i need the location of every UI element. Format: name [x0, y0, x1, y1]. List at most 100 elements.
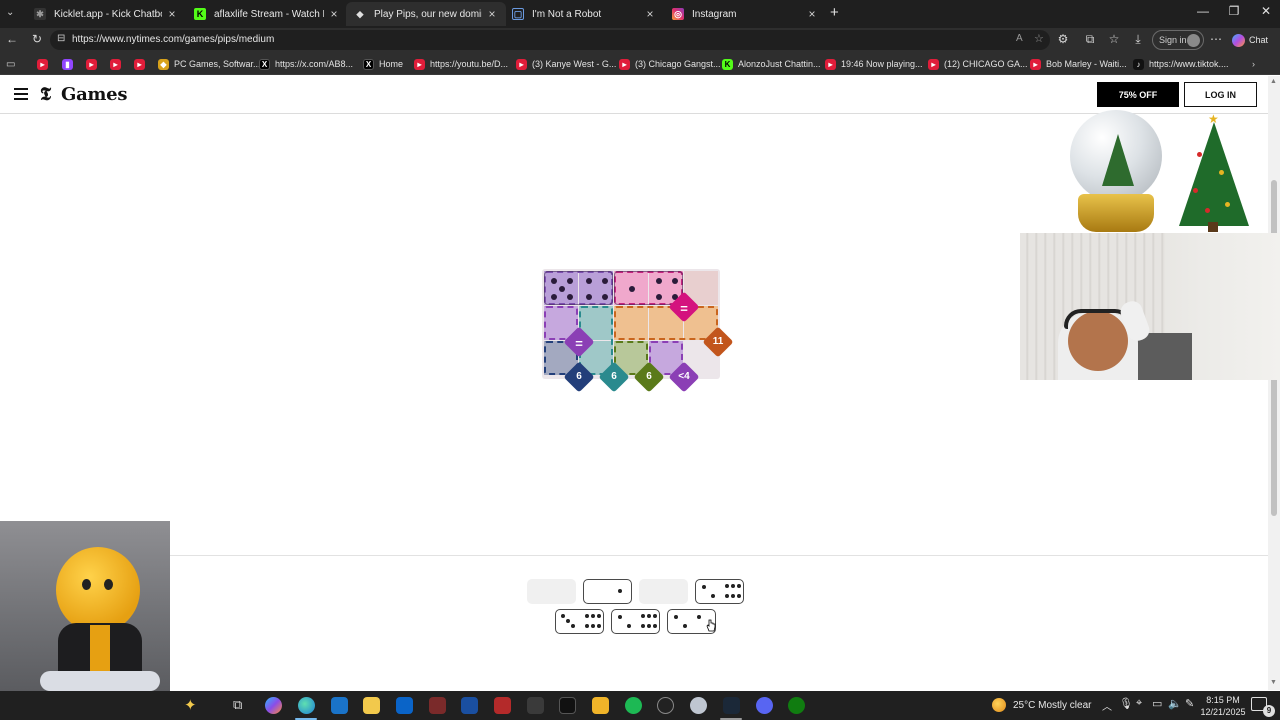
pip	[602, 278, 608, 284]
bookmark-item[interactable]: ▸ (3) Chicago Gangst...	[619, 57, 721, 71]
weather-text[interactable]: 25°C Mostly clear	[1013, 700, 1091, 711]
file-explorer-icon[interactable]	[363, 697, 380, 714]
steam-icon[interactable]	[723, 697, 740, 714]
bookmark-item[interactable]: X Home	[363, 57, 403, 71]
fifa-game-icon[interactable]	[461, 697, 478, 714]
spotify-icon[interactable]	[625, 697, 642, 714]
scroll-down-arrow-icon[interactable]: ▼	[1270, 679, 1277, 686]
refresh-icon[interactable]: ↻	[29, 32, 45, 46]
bookmark-item[interactable]: ▸	[86, 57, 102, 71]
pip	[641, 624, 645, 628]
close-tab-icon[interactable]: ×	[166, 7, 178, 21]
tab-actions-chevron-icon[interactable]: ⌄	[6, 7, 14, 18]
pip	[627, 624, 631, 628]
pen-icon[interactable]: ✎	[1185, 697, 1194, 710]
bookmark-item[interactable]: Xhttps://x.com/AB8...	[259, 57, 353, 71]
bookmark-item[interactable]: ♪ https://www.tiktok....	[1133, 57, 1229, 71]
close-tab-icon[interactable]: ×	[644, 7, 656, 21]
game-app-icon[interactable]	[429, 697, 446, 714]
edge-browser-icon[interactable]	[298, 697, 315, 714]
copilot-chat-button[interactable]: Chat	[1232, 30, 1278, 50]
constraint-sum-label: 6	[646, 371, 652, 382]
network-icon[interactable]: ▭	[1152, 697, 1162, 710]
bookmark-item[interactable]: K AlonzoJust Chattin...	[722, 57, 821, 71]
tab-instagram[interactable]: ◎ Instagram ×	[664, 2, 826, 26]
page-scrollbar[interactable]: ▲ ▼	[1268, 76, 1280, 690]
bookmark-item[interactable]: ▮	[62, 57, 78, 71]
tree-foliage	[1179, 122, 1249, 226]
outlook-icon[interactable]	[396, 697, 413, 714]
pip	[618, 615, 622, 619]
bookmark-item[interactable]: ▸ 19:46 Now playing...	[825, 57, 923, 71]
split-screen-icon[interactable]: ⧉	[1082, 32, 1098, 47]
bookmarks-overflow-chevron-icon[interactable]: ›	[1252, 57, 1255, 71]
login-button[interactable]: LOG IN	[1184, 82, 1257, 107]
tray-domino[interactable]	[611, 609, 660, 634]
new-tab-button[interactable]: +	[830, 4, 839, 21]
camera-icon[interactable]: ⌖	[1136, 697, 1142, 710]
close-window-icon[interactable]: ✕	[1256, 4, 1276, 18]
app-icon[interactable]	[690, 697, 707, 714]
pip	[674, 615, 678, 619]
pip	[647, 614, 651, 618]
gamebar-icon[interactable]	[592, 697, 609, 714]
sign-in-button[interactable]: Sign in	[1152, 30, 1204, 50]
task-view-icon[interactable]: ⧉	[233, 697, 242, 713]
address-bar[interactable]: ⊟ https://www.nytimes.com/games/pips/med…	[50, 30, 1050, 50]
tray-domino[interactable]	[555, 609, 604, 634]
bookmarks-sidebar-icon[interactable]: ▭	[6, 57, 15, 71]
weather-icon[interactable]	[992, 698, 1006, 712]
bookmark-item[interactable]: ◆ PC Games, Softwar...	[158, 57, 261, 71]
site-info-icon[interactable]: ⊟	[57, 33, 65, 44]
placed-domino[interactable]	[614, 271, 683, 305]
tab-aflaxlife[interactable]: K aflaxlife Stream - Watch Live on Ki ×	[186, 2, 348, 26]
more-menu-icon[interactable]: ⋯	[1208, 32, 1224, 46]
close-tab-icon[interactable]: ×	[328, 7, 340, 21]
close-tab-icon[interactable]: ×	[486, 7, 498, 21]
scroll-up-arrow-icon[interactable]: ▲	[1270, 78, 1277, 85]
hamburger-menu-icon[interactable]	[14, 88, 28, 100]
tab-not-a-robot[interactable]: ▢ I'm Not a Robot ×	[504, 2, 664, 26]
tray-domino[interactable]	[695, 579, 744, 604]
bookmark-item[interactable]: ▸ https://youtu.be/D...	[414, 57, 508, 71]
snow-globe-decoration	[1066, 110, 1166, 234]
bookmark-item[interactable]: ▸	[134, 57, 150, 71]
downloads-icon[interactable]: ⤓	[1130, 32, 1146, 47]
favorite-star-icon[interactable]: ☆	[1034, 32, 1044, 45]
bookmark-item[interactable]: ▸	[37, 57, 53, 71]
system-clock[interactable]: 8:15 PM 12/21/2025	[1198, 694, 1248, 718]
movie-app-icon[interactable]	[527, 697, 544, 714]
tray-overflow-chevron-icon[interactable]: ︿	[1102, 698, 1112, 713]
placed-domino[interactable]	[544, 271, 613, 305]
discord-icon[interactable]	[756, 697, 773, 714]
close-tab-icon[interactable]: ×	[806, 7, 818, 21]
tab-pips[interactable]: ◆ Play Pips, our new dominoes gam ×	[346, 2, 506, 26]
minimize-icon[interactable]: —	[1193, 4, 1213, 18]
copilot-sparkle-icon[interactable]: ✦	[184, 696, 197, 714]
read-aloud-icon[interactable]: A	[1016, 33, 1023, 44]
extensions-icon[interactable]: ⚙	[1055, 32, 1071, 46]
bookmark-item[interactable]: ▸ (3) Kanye West - G...	[516, 57, 616, 71]
pip	[725, 584, 729, 588]
bookmark-item[interactable]: ▸ (12) CHICAGO GA...	[928, 57, 1028, 71]
bookmark-item[interactable]: ▸	[110, 57, 126, 71]
favorites-icon[interactable]: ☆	[1106, 32, 1122, 46]
volume-icon[interactable]: 🔈	[1168, 697, 1182, 710]
obs-icon[interactable]	[657, 697, 674, 714]
restore-icon[interactable]: ❐	[1224, 4, 1244, 18]
mascot-head	[56, 547, 140, 633]
pip	[591, 614, 595, 618]
nyt-logo-icon[interactable]: 𝕿	[40, 84, 51, 105]
subscribe-offer-button[interactable]: 75% OFF	[1097, 82, 1179, 107]
xbox-icon[interactable]	[788, 697, 805, 714]
back-icon[interactable]: ←	[4, 32, 20, 46]
games-brand-title[interactable]: Games	[61, 84, 127, 105]
microsoft-store-icon[interactable]	[331, 697, 348, 714]
tab-kicklet[interactable]: ✱ Kicklet.app - Kick Chatbot and Ov ×	[26, 2, 186, 26]
microphone-icon[interactable]: 🎙	[1119, 697, 1133, 710]
copilot-app-icon[interactable]	[265, 697, 282, 714]
bookmark-item[interactable]: ▸ Bob Marley - Waiti...	[1030, 57, 1127, 71]
mega-game-icon[interactable]	[494, 697, 511, 714]
tray-domino[interactable]	[583, 579, 632, 604]
dark-app-icon[interactable]	[559, 697, 576, 714]
